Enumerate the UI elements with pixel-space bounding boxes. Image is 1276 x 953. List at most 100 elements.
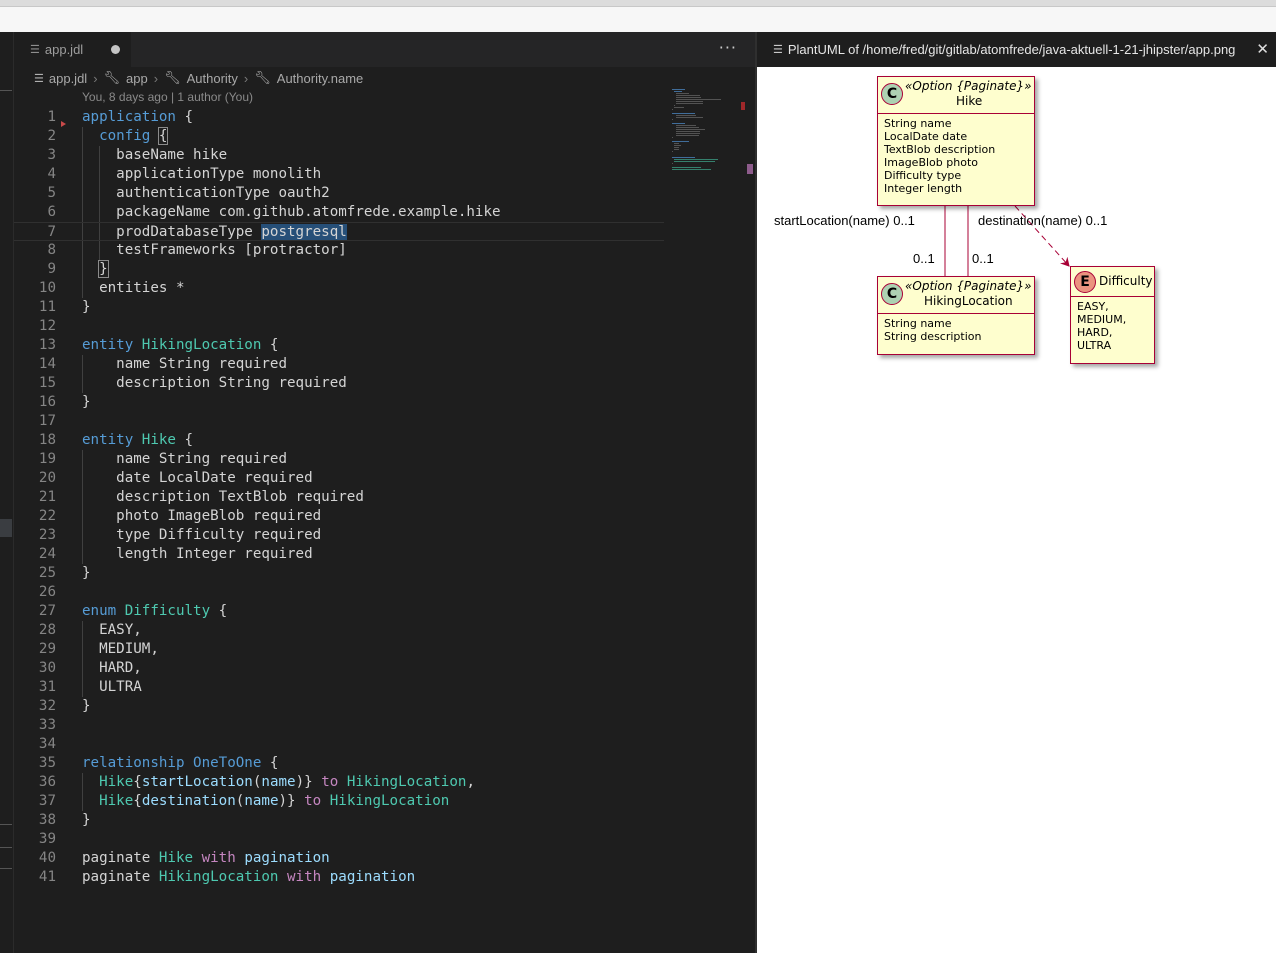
code-text[interactable]: relationship OneToOne { bbox=[82, 754, 278, 773]
code-text[interactable]: entity HikingLocation { bbox=[82, 336, 278, 355]
minimap[interactable] bbox=[664, 89, 744, 209]
code-line[interactable]: 3 baseName hike bbox=[14, 146, 664, 165]
code-text[interactable]: EASY, bbox=[82, 621, 142, 640]
breadcrumb-item-authority-name[interactable]: 🔧︎ Authority.name bbox=[254, 70, 363, 86]
code-text[interactable]: authenticationType oauth2 bbox=[82, 184, 330, 203]
code-line[interactable]: 31 ULTRA bbox=[14, 678, 664, 697]
code-line[interactable]: 2 config { bbox=[14, 127, 664, 146]
code-text[interactable]: prodDatabaseType postgresql bbox=[82, 223, 347, 242]
code-text[interactable]: HARD, bbox=[82, 659, 142, 678]
breadcrumb-item-file[interactable]: ☰ app.jdl bbox=[34, 71, 87, 86]
code-line[interactable]: 22 photo ImageBlob required bbox=[14, 507, 664, 526]
code-text[interactable]: length Integer required bbox=[82, 545, 312, 564]
code-line[interactable]: 5 authenticationType oauth2 bbox=[14, 184, 664, 203]
breadcrumb-item-authority[interactable]: 🔧︎ Authority bbox=[164, 70, 238, 86]
code-text[interactable]: } bbox=[82, 564, 91, 583]
code-editor[interactable]: ☰ app.jdl ··· ☰ app.jdl › 🔧︎ app › 🔧︎ Au… bbox=[14, 32, 756, 953]
code-text[interactable]: ULTRA bbox=[82, 678, 142, 697]
git-blame-annotation[interactable]: You, 8 days ago | 1 author (You) bbox=[82, 90, 253, 104]
code-line[interactable]: 10 entities * bbox=[14, 279, 664, 298]
code-line[interactable]: 12 bbox=[14, 317, 664, 336]
code-line[interactable]: 28 EASY, bbox=[14, 621, 664, 640]
code-text[interactable]: enum Difficulty { bbox=[82, 602, 227, 621]
code-text[interactable]: Hike{startLocation(name)} to HikingLocat… bbox=[82, 773, 475, 792]
code-line[interactable]: 15 description String required bbox=[14, 374, 664, 393]
code-text[interactable]: entity Hike { bbox=[82, 431, 193, 450]
minimap-line bbox=[676, 133, 700, 134]
code-text[interactable]: type Difficulty required bbox=[82, 526, 321, 545]
plantuml-preview[interactable]: C «Option {Paginate}» Hike String name L… bbox=[757, 67, 1276, 953]
code-lines[interactable]: 1 application {2 config {3 baseName hike 4… bbox=[14, 108, 674, 908]
code-line[interactable]: 1 application { bbox=[14, 108, 664, 127]
code-text[interactable]: Hike{destination(name)} to HikingLocatio… bbox=[82, 792, 449, 811]
code-line[interactable]: 19 name String required bbox=[14, 450, 664, 469]
code-line[interactable]: 14 name String required bbox=[14, 355, 664, 374]
code-line[interactable]: 39 bbox=[14, 830, 664, 849]
line-number: 24 bbox=[38, 546, 56, 562]
code-line[interactable]: 36 Hike{startLocation(name)} to HikingLo… bbox=[14, 773, 664, 792]
code-text[interactable]: testFrameworks [protractor] bbox=[82, 241, 347, 260]
code-line[interactable]: 35 relationship OneToOne { bbox=[14, 754, 664, 773]
line-number: 7 bbox=[47, 224, 56, 240]
code-line[interactable]: 6 packageName com.github.atomfrede.examp… bbox=[14, 203, 664, 222]
code-line[interactable]: 29 MEDIUM, bbox=[14, 640, 664, 659]
unsaved-dot-icon[interactable] bbox=[111, 45, 120, 54]
breadcrumb-label: app.jdl bbox=[48, 70, 88, 86]
code-text[interactable]: name String required bbox=[82, 450, 287, 469]
minimap-line bbox=[676, 127, 699, 128]
code-line[interactable]: 11} bbox=[14, 298, 664, 317]
code-line[interactable]: 24 length Integer required bbox=[14, 545, 664, 564]
code-text[interactable]: applicationType monolith bbox=[82, 165, 321, 184]
code-text[interactable]: packageName com.github.atomfrede.example… bbox=[82, 203, 500, 222]
code-text[interactable]: config { bbox=[82, 127, 169, 146]
uml-class-hike[interactable]: C «Option {Paginate}» Hike String name L… bbox=[877, 76, 1035, 206]
code-line[interactable]: 13 entity HikingLocation { bbox=[14, 336, 664, 355]
preview-title[interactable]: PlantUML of /home/fred/git/gitlab/atomfr… bbox=[788, 42, 1236, 57]
code-line[interactable]: 18 entity Hike { bbox=[14, 431, 664, 450]
uml-enum-difficulty[interactable]: E Difficulty EASY, MEDIUM, HARD, ULTRA bbox=[1070, 266, 1155, 364]
code-line[interactable]: 33 bbox=[14, 716, 664, 735]
code-text[interactable]: entities * bbox=[82, 279, 184, 298]
breadcrumb-item-app[interactable]: 🔧︎ app bbox=[104, 70, 148, 86]
code-text[interactable]: } bbox=[82, 811, 91, 830]
code-line[interactable]: 23 type Difficulty required bbox=[14, 526, 664, 545]
code-text[interactable]: application { bbox=[82, 108, 193, 127]
code-line[interactable]: 32} bbox=[14, 697, 664, 716]
code-line[interactable]: 8 testFrameworks [protractor] bbox=[14, 241, 664, 260]
code-text[interactable]: name String required bbox=[82, 355, 287, 374]
code-line[interactable]: 27 enum Difficulty { bbox=[14, 602, 664, 621]
code-line[interactable]: 17 bbox=[14, 412, 664, 431]
code-text[interactable]: description TextBlob required bbox=[82, 488, 364, 507]
code-line[interactable]: 30 HARD, bbox=[14, 659, 664, 678]
code-line[interactable]: 25} bbox=[14, 564, 664, 583]
code-line[interactable]: 37 Hike{destination(name)} to HikingLoca… bbox=[14, 792, 664, 811]
code-text[interactable]: description String required bbox=[82, 374, 347, 393]
tab-app-jdl[interactable]: ☰ app.jdl bbox=[14, 32, 131, 67]
code-line[interactable]: 26 bbox=[14, 583, 664, 602]
code-text[interactable]: paginate Hike with pagination bbox=[82, 849, 330, 868]
code-line[interactable]: 34 bbox=[14, 735, 664, 754]
close-icon[interactable]: ✕ bbox=[1256, 40, 1269, 58]
code-line[interactable]: 7 prodDatabaseType postgresql bbox=[14, 222, 664, 241]
code-text[interactable]: } bbox=[82, 298, 91, 317]
gutter-active-marker[interactable] bbox=[0, 519, 12, 537]
code-text[interactable]: paginate HikingLocation with pagination bbox=[82, 868, 415, 887]
code-line[interactable]: 16} bbox=[14, 393, 664, 412]
code-line[interactable]: 20 date LocalDate required bbox=[14, 469, 664, 488]
code-text[interactable]: } bbox=[82, 697, 91, 716]
code-text[interactable]: } bbox=[82, 260, 109, 279]
code-line[interactable]: 38} bbox=[14, 811, 664, 830]
code-text[interactable]: photo ImageBlob required bbox=[82, 507, 321, 526]
code-text[interactable]: baseName hike bbox=[82, 146, 227, 165]
more-actions-button[interactable]: ··· bbox=[719, 38, 737, 57]
code-line[interactable]: 9 } bbox=[14, 260, 664, 279]
code-text[interactable]: date LocalDate required bbox=[82, 469, 312, 488]
code-line[interactable]: 4 applicationType monolith bbox=[14, 165, 664, 184]
code-text[interactable]: MEDIUM, bbox=[82, 640, 159, 659]
code-text[interactable]: } bbox=[82, 393, 91, 412]
file-lines-icon: ☰ bbox=[773, 44, 783, 56]
code-line[interactable]: 21 description TextBlob required bbox=[14, 488, 664, 507]
code-line[interactable]: 41 paginate HikingLocation with paginatio… bbox=[14, 868, 664, 887]
uml-class-hiking-location[interactable]: C «Option {Paginate}» HikingLocation Str… bbox=[877, 276, 1035, 355]
code-line[interactable]: 40 paginate Hike with pagination bbox=[14, 849, 664, 868]
